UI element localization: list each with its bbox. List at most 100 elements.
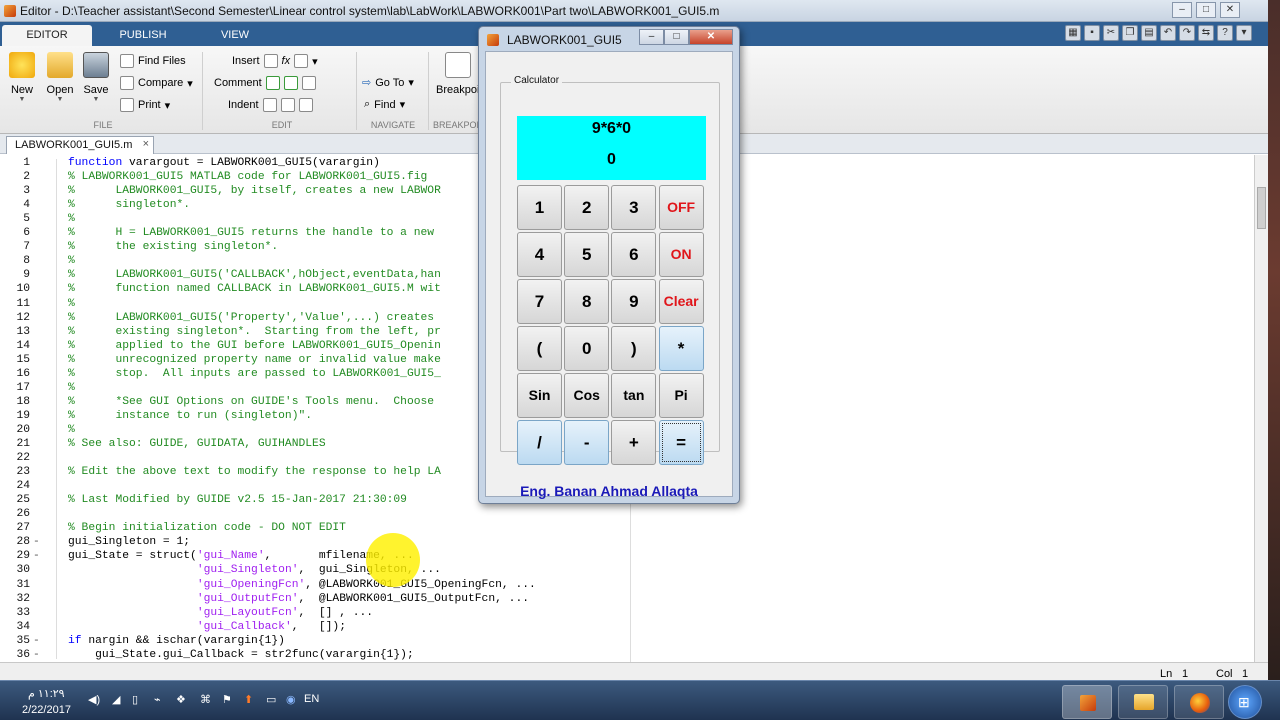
code-line[interactable]: function varargout = LABWORK001_GUI5(var… — [68, 157, 380, 169]
code-line[interactable]: % H = LABWORK001_GUI5 returns the handle… — [68, 227, 434, 239]
breakpoint-marker[interactable]: - — [33, 550, 40, 562]
code-line[interactable]: % — [68, 255, 75, 267]
code-line[interactable]: % — [68, 213, 75, 225]
code-line[interactable]: % function named CALLBACK in LABWORK001_… — [68, 283, 441, 295]
code-line[interactable]: % unrecognized property name or invalid … — [68, 354, 441, 366]
switch-windows-icon[interactable]: ⇆ — [1198, 25, 1214, 41]
cut-icon[interactable]: ✂ — [1103, 25, 1119, 41]
code-line[interactable]: 'gui_OpeningFcn', @LABWORK001_GUI5_Openi… — [68, 579, 536, 591]
code-line[interactable]: % LABWORK001_GUI5('Property','Value',...… — [68, 312, 434, 324]
close-paren-button[interactable]: ) — [611, 326, 657, 371]
clear-button[interactable]: Clear — [658, 279, 704, 324]
code-line[interactable]: % LABWORK001_GUI5 MATLAB code for LABWOR… — [68, 171, 427, 183]
tab-view[interactable]: VIEW — [190, 25, 280, 46]
gui-minimize-button[interactable]: – — [639, 29, 664, 45]
divide-button[interactable]: / — [517, 420, 562, 465]
multiply-button[interactable]: * — [658, 326, 704, 371]
code-line[interactable]: 'gui_LayoutFcn', [] , ... — [68, 607, 373, 619]
2-button[interactable]: 2 — [564, 185, 610, 230]
code-line[interactable]: % LABWORK001_GUI5, by itself, creates a … — [68, 185, 441, 197]
code-line[interactable]: gui_Singleton = 1; — [68, 536, 190, 548]
flag-icon[interactable]: ⚑ — [222, 693, 232, 706]
minimize-button[interactable]: – — [1172, 2, 1192, 18]
help-icon[interactable]: ? — [1217, 25, 1233, 41]
code-line[interactable]: % — [68, 298, 75, 310]
5-button[interactable]: 5 — [564, 232, 610, 277]
code-line[interactable]: % singleton*. — [68, 199, 190, 211]
code-line[interactable]: % — [68, 424, 75, 436]
code-line[interactable]: % instance to run (singleton)". — [68, 410, 312, 422]
file-tab[interactable]: LABWORK001_GUI5.m × — [6, 136, 154, 154]
find-button[interactable]: ⌕ Find ▾ — [364, 98, 405, 111]
copy-icon[interactable]: ❐ — [1122, 25, 1138, 41]
on-button[interactable]: ON — [658, 232, 704, 277]
minus-button[interactable]: - — [564, 420, 610, 465]
dropbox-icon[interactable]: ❖ — [176, 693, 186, 706]
maximize-button[interactable]: □ — [1196, 2, 1216, 18]
insert-button[interactable]: Insert fx ▾ — [232, 54, 318, 68]
cos-button[interactable]: Cos — [564, 373, 610, 418]
volume-icon[interactable]: ◀) — [88, 693, 100, 706]
dropdown-icon[interactable]: ▾ — [1236, 25, 1252, 41]
code-line[interactable]: % LABWORK001_GUI5('CALLBACK',hObject,eve… — [68, 269, 441, 281]
close-tab-icon[interactable]: × — [143, 138, 149, 150]
tan-button[interactable]: tan — [611, 373, 657, 418]
pi-button[interactable]: Pi — [658, 373, 704, 418]
vertical-scrollbar[interactable] — [1254, 155, 1268, 662]
go-to-button[interactable]: ⇨ Go To ▾ — [362, 76, 414, 90]
sin-button[interactable]: Sin — [517, 373, 562, 418]
open-button[interactable]: Open ▼ — [40, 52, 80, 103]
code-line[interactable]: % stop. All inputs are passed to LABWORK… — [68, 368, 441, 380]
code-line[interactable]: % applied to the GUI before LABWORK001_G… — [68, 340, 441, 352]
save-icon[interactable]: ▪ — [1084, 25, 1100, 41]
9-button[interactable]: 9 — [611, 279, 657, 324]
breakpoint-marker[interactable]: - — [33, 635, 40, 647]
taskbar-matlab[interactable] — [1062, 685, 1112, 719]
gui-close-button[interactable]: ✕ — [689, 29, 733, 45]
close-button[interactable]: ✕ — [1220, 2, 1240, 18]
code-line[interactable]: % *See GUI Options on GUIDE's Tools menu… — [68, 396, 434, 408]
code-line[interactable]: % existing singleton*. Starting from the… — [68, 326, 441, 338]
taskbar-explorer[interactable] — [1118, 685, 1168, 719]
3-button[interactable]: 3 — [611, 185, 657, 230]
breakpoint-marker[interactable]: - — [33, 536, 40, 548]
code-line[interactable]: gui_State.gui_Callback = str2func(vararg… — [68, 649, 414, 661]
code-line[interactable]: 'gui_OutputFcn', @LABWORK001_GUI5_Output… — [68, 593, 529, 605]
code-line[interactable]: % Begin initialization code - DO NOT EDI… — [68, 522, 346, 534]
code-line[interactable]: 'gui_Callback', []); — [68, 621, 346, 633]
save-button[interactable]: Save ▼ — [76, 52, 116, 103]
equals-button[interactable]: = — [658, 420, 704, 465]
find-files-button[interactable]: Find Files — [120, 54, 186, 68]
monitor-icon[interactable]: ▭ — [266, 693, 276, 706]
plus-button[interactable]: + — [611, 420, 657, 465]
code-line[interactable]: % See also: GUIDE, GUIDATA, GUIHANDLES — [68, 438, 326, 450]
code-line[interactable]: % Edit the above text to modify the resp… — [68, 466, 441, 478]
redo-icon[interactable]: ↷ — [1179, 25, 1195, 41]
scrollbar-thumb[interactable] — [1257, 187, 1266, 229]
8-button[interactable]: 8 — [564, 279, 610, 324]
breakpoint-marker[interactable]: - — [33, 649, 40, 661]
breakpoints-button[interactable]: Breakpoints — [436, 52, 480, 96]
print-button[interactable]: Print ▾ — [120, 98, 170, 112]
language-indicator[interactable]: EN — [304, 693, 319, 705]
start-button[interactable]: ⊞ — [1228, 685, 1262, 719]
open-paren-button[interactable]: ( — [517, 326, 562, 371]
7-button[interactable]: 7 — [517, 279, 562, 324]
battery-icon[interactable]: ▯ — [132, 693, 138, 706]
taskbar-firefox[interactable] — [1174, 685, 1224, 719]
code-line[interactable]: if nargin && ischar(varargin{1}) — [68, 635, 285, 647]
code-line[interactable]: % — [68, 382, 75, 394]
code-line[interactable]: % the existing singleton*. — [68, 241, 278, 253]
6-button[interactable]: 6 — [611, 232, 657, 277]
gui-maximize-button[interactable]: □ — [664, 29, 689, 45]
0-button[interactable]: 0 — [564, 326, 610, 371]
usb-icon[interactable]: ⌁ — [154, 693, 161, 706]
tab-editor[interactable]: EDITOR — [2, 25, 92, 46]
1-button[interactable]: 1 — [517, 185, 562, 230]
wifi-icon[interactable]: ◢ — [112, 693, 120, 706]
indent-button[interactable]: Indent — [228, 98, 313, 112]
tab-publish[interactable]: PUBLISH — [98, 25, 188, 46]
comment-button[interactable]: Comment — [214, 76, 316, 90]
code-line[interactable]: gui_State = struct('gui_Name', mfilename… — [68, 550, 414, 562]
new-button[interactable]: New ▼ — [2, 52, 42, 103]
